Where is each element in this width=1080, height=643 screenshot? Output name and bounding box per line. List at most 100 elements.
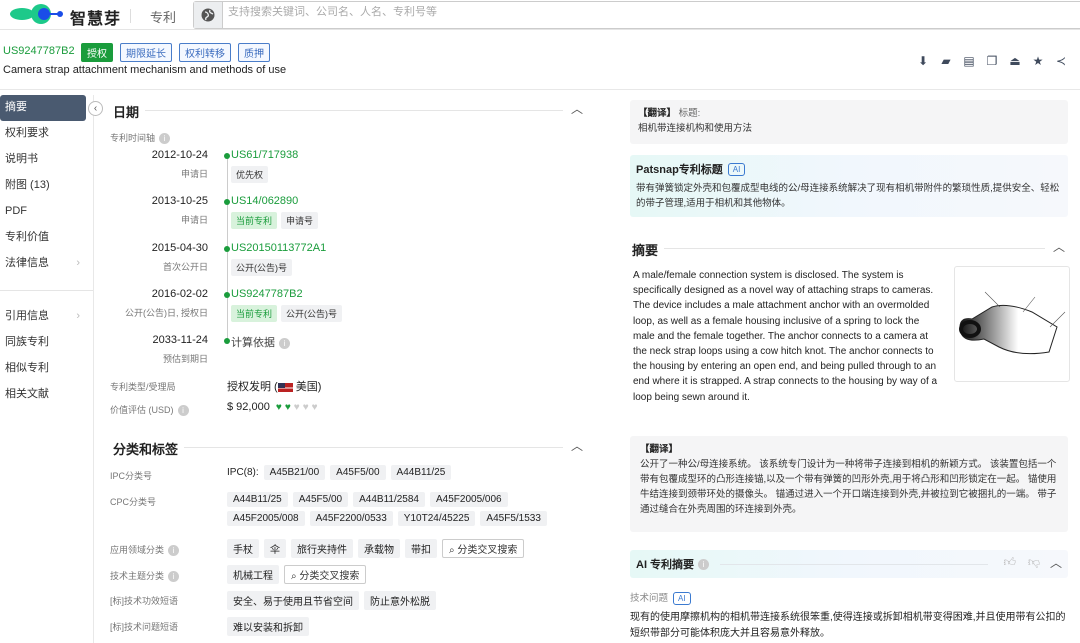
- effect-tag[interactable]: 安全、易于使用且节省空间: [227, 591, 359, 610]
- info-icon[interactable]: i: [279, 337, 290, 349]
- search-box: [193, 1, 1080, 29]
- sidebar-item-abstract[interactable]: 摘要: [0, 95, 86, 121]
- sidebar-item-description[interactable]: 说明书: [0, 147, 86, 173]
- sidebar-item-value[interactable]: 专利价值: [0, 225, 86, 251]
- ipc-list: IPC(8): A45B21/00 A45F5/00 A44B11/25: [227, 465, 567, 480]
- abstract-text: A male/female connection system is discl…: [633, 270, 938, 403]
- top-bar: 智慧芽 专利: [0, 0, 1080, 30]
- tag-transfer[interactable]: 权利转移: [179, 43, 231, 62]
- classification-section-header[interactable]: 分类和标签 ︿: [113, 437, 585, 457]
- sidebar-item-similar[interactable]: 相似专利: [0, 356, 86, 382]
- info-icon[interactable]: i: [168, 545, 180, 557]
- sidebar-item-pdf[interactable]: PDF: [0, 199, 86, 225]
- info-icon[interactable]: i: [177, 405, 189, 417]
- ai-abstract-header: AI 专利摘要 i 👍︎ 👎︎ ︿: [630, 550, 1068, 578]
- problem-tag[interactable]: 难以安装和拆卸: [227, 617, 309, 636]
- patent-header: US9247787B2 授权 期限延长 权利转移 质押 Camera strap…: [0, 38, 1080, 90]
- folder-icon[interactable]: ▰: [939, 54, 953, 68]
- tag-pledge[interactable]: 质押: [238, 43, 270, 62]
- us-flag-icon: [277, 382, 293, 392]
- cpc-tag[interactable]: A45F2005/008: [227, 511, 305, 526]
- chevron-up-icon[interactable]: ︿: [1050, 554, 1062, 571]
- cpc-tag[interactable]: A45F2005/006: [430, 492, 508, 507]
- dates-section-header[interactable]: 日期 ︿: [113, 100, 585, 120]
- calc-basis: 计算依据 i: [231, 334, 290, 350]
- sidebar-item-legal[interactable]: 法律信息 ›: [0, 251, 86, 277]
- cross-search-button[interactable]: ⌕ 分类交叉搜索: [442, 539, 525, 558]
- info-icon[interactable]: i: [168, 571, 180, 583]
- sidebar-item-citations[interactable]: 引用信息 ›: [0, 304, 86, 330]
- topic-label: 技术主题分类 i: [110, 569, 180, 583]
- value-gem-icon: ♥: [275, 402, 282, 413]
- globe-icon[interactable]: [194, 2, 223, 28]
- thumbs-up-icon[interactable]: 👍︎: [1003, 555, 1016, 570]
- chevron-up-icon[interactable]: ︿: [1053, 238, 1065, 255]
- event-number[interactable]: US14/062890: [231, 195, 298, 207]
- event-chip: 优先权: [231, 166, 269, 183]
- event-number[interactable]: US9247787B2: [231, 288, 303, 300]
- current-patent-chip: 当前专利: [231, 305, 278, 322]
- section-title: 日期: [113, 105, 146, 120]
- cpc-list: A44B11/25 A45F5/00 A44B11/2584 A45F2005/006…: [227, 492, 567, 526]
- event-kind: 申请日: [180, 169, 208, 179]
- sidebar-item-figures[interactable]: 附图 (13): [0, 173, 86, 199]
- tag-term-extension[interactable]: 期限延长: [120, 43, 172, 62]
- info-icon[interactable]: i: [698, 559, 710, 571]
- app-tag[interactable]: 承载物: [358, 539, 400, 558]
- event-date: 2013-10-25: [151, 195, 208, 207]
- sidebar-item-family[interactable]: 同族专利: [0, 330, 86, 356]
- sidebar-item-related[interactable]: 相关文献: [0, 382, 86, 408]
- event-kind: 预估到期日: [162, 354, 208, 364]
- patent-type-label: 专利类型/受理局: [110, 382, 176, 392]
- document-icon[interactable]: ▤: [962, 54, 976, 68]
- app-tag[interactable]: 旅行夹持件: [291, 539, 353, 558]
- ai-badge: AI: [727, 163, 746, 177]
- cpc-tag[interactable]: A44B11/25: [227, 492, 288, 507]
- export-icon[interactable]: ⏏: [1008, 54, 1022, 68]
- thumbs-down-icon[interactable]: 👎︎: [1028, 555, 1040, 570]
- search-input[interactable]: [228, 6, 828, 18]
- star-icon[interactable]: ★: [1031, 54, 1045, 68]
- section-title: 分类和标签: [113, 442, 185, 457]
- abstract-section-header[interactable]: 摘要 ︿: [632, 238, 1067, 258]
- chevron-up-icon[interactable]: ︿: [571, 437, 583, 454]
- collapse-sidebar-button[interactable]: ‹: [88, 101, 103, 116]
- chevron-up-icon[interactable]: ︿: [571, 100, 583, 117]
- event-date: 2016-02-02: [151, 288, 208, 300]
- cpc-tag[interactable]: A45F5/1533: [480, 511, 547, 526]
- event-number[interactable]: US61/717938: [231, 149, 298, 161]
- cpc-tag[interactable]: Y10T24/45225: [397, 511, 476, 526]
- event-chip: 公开(公告)号: [231, 259, 292, 276]
- cpc-tag[interactable]: A44B11/2584: [353, 492, 425, 507]
- nav-patent[interactable]: 专利: [150, 7, 176, 26]
- patent-figure-thumbnail[interactable]: [954, 266, 1070, 382]
- share-icon[interactable]: ≺: [1054, 54, 1068, 68]
- ipc-tag[interactable]: A45F5/00: [330, 465, 386, 480]
- ipc-tag[interactable]: A45B21/00: [263, 465, 326, 480]
- patent-number[interactable]: US9247787B2: [3, 45, 75, 57]
- topic-list: 机械工程 ⌕ 分类交叉搜索: [227, 565, 567, 584]
- cross-search-button[interactable]: ⌕ 分类交叉搜索: [284, 565, 367, 584]
- info-icon[interactable]: i: [159, 133, 171, 145]
- event-number[interactable]: US20150113772A1: [231, 242, 326, 254]
- event-date: 2012-10-24: [151, 149, 208, 161]
- app-tag[interactable]: 伞: [264, 539, 286, 558]
- cpc-tag[interactable]: A45F5/00: [292, 492, 349, 507]
- tech-problem-label: 技术问题 AI: [630, 590, 691, 605]
- app-tag[interactable]: 带扣: [405, 539, 437, 558]
- problem-label: [标]技术问题短语: [110, 622, 179, 632]
- logo-icon[interactable]: [8, 3, 68, 25]
- pdf-download-icon[interactable]: ⬇: [916, 54, 930, 68]
- event-chip: 申请号: [281, 212, 319, 229]
- sidebar-item-claims[interactable]: 权利要求: [0, 121, 86, 147]
- cpc-tag[interactable]: A45F2200/0533: [309, 511, 393, 526]
- app-tag[interactable]: 手杖: [227, 539, 259, 558]
- ai-title-text: 带有弹簧锁定外壳和包覆成型电线的公/母连接系统解决了现有相机带附件的繁琐性质,提…: [636, 183, 1060, 209]
- divider: [0, 290, 93, 291]
- timeline-dot: [224, 153, 230, 159]
- effect-tag[interactable]: 防止意外松脱: [364, 591, 436, 610]
- ipc-tag[interactable]: A44B11/25: [390, 465, 452, 480]
- topic-tag[interactable]: 机械工程: [227, 565, 279, 584]
- copy-icon[interactable]: ❐: [985, 54, 999, 68]
- value-label: 价值评估 (USD) i: [110, 403, 189, 417]
